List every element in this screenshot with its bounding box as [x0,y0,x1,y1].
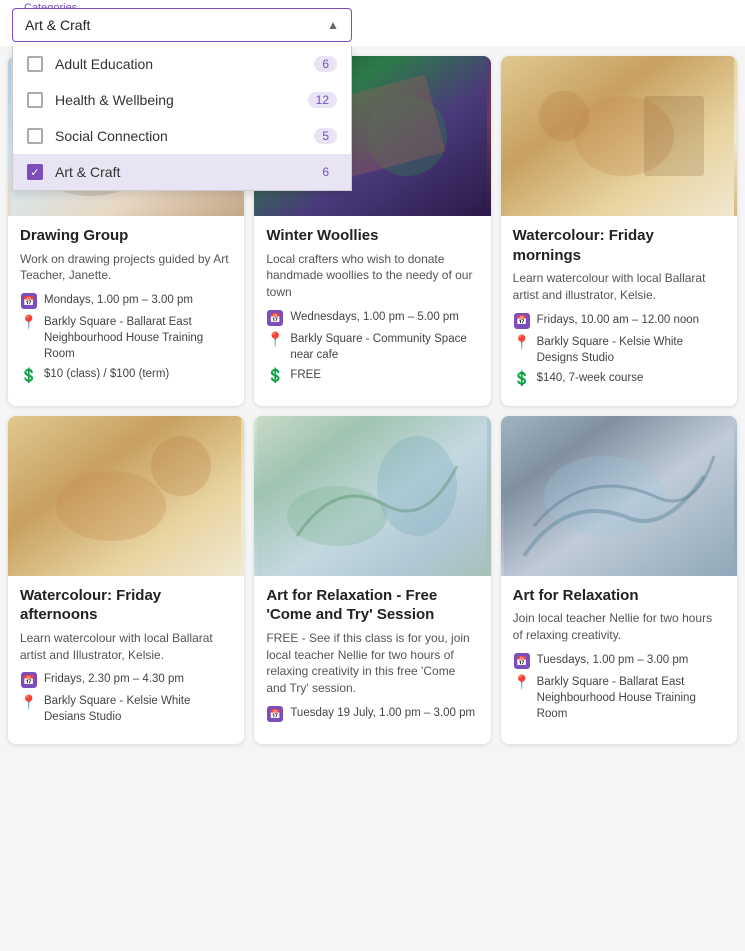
cost-text: FREE [290,367,321,383]
card-title: Watercolour: Friday mornings [513,226,725,265]
card-title: Watercolour: Friday afternoons [20,586,232,625]
card-desc: FREE - See if this class is for you, joi… [266,630,478,697]
calendar-icon: 📅 [513,652,531,670]
calendar-icon: 📅 [266,309,284,327]
schedule-text: Fridays, 2.30 pm – 4.30 pm [44,671,184,687]
card-desc: Learn watercolour with local Ballarat ar… [20,630,232,664]
card-watercolour-afternoons[interactable]: Watercolour: Friday afternoons Learn wat… [8,416,244,744]
card-title: Winter Woollies [266,226,478,246]
checkbox-art-craft[interactable] [27,164,43,180]
checkbox-adult-education[interactable] [27,56,43,72]
dollar-icon: 💲 [513,370,531,388]
calendar-icon: 📅 [266,705,284,723]
cost-text: $10 (class) / $100 (term) [44,366,169,382]
schedule-row: 📅 Mondays, 1.00 pm – 3.00 pm [20,292,232,310]
page-wrapper: Categories Art & Craft ▲ Adult Education… [0,0,745,754]
dropdown-item-count: 12 [308,92,337,108]
card-title: Drawing Group [20,226,232,246]
card-body-art-relaxation: Art for Relaxation Join local teacher Ne… [501,576,737,740]
location-text: Barkly Square - Kelsie White Desians Stu… [44,693,232,725]
card-image-watercolour-afternoons [8,416,244,576]
location-row: 📍 Barkly Square - Ballarat East Neighbou… [513,674,725,722]
card-desc: Join local teacher Nellie for two hours … [513,610,725,644]
card-title: Art for Relaxation [513,586,725,606]
location-text: Barkly Square - Ballarat East Neighbourh… [44,314,232,362]
card-body-drawing-group: Drawing Group Work on drawing projects g… [8,216,244,402]
location-row: 📍 Barkly Square - Ballarat East Neighbou… [20,314,232,362]
checkbox-health-wellbeing[interactable] [27,92,43,108]
card-body-watercolour-afternoons: Watercolour: Friday afternoons Learn wat… [8,576,244,744]
location-row: 📍 Barkly Square - Kelsie White Desians S… [20,693,232,725]
card-image-art-relaxation-free [254,416,490,576]
cost-row: 💲 FREE [266,367,478,385]
calendar-icon: 📅 [20,292,38,310]
card-watercolour-mornings[interactable]: Watercolour: Friday mornings Learn water… [501,56,737,406]
dropdown-item-art-craft[interactable]: Art & Craft 6 [13,154,351,190]
location-icon: 📍 [513,334,531,352]
card-desc: Local crafters who wish to donate handma… [266,251,478,301]
card-body-art-relaxation-free: Art for Relaxation - Free 'Come and Try'… [254,576,490,741]
schedule-text: Wednesdays, 1.00 pm – 5.00 pm [290,309,459,325]
dollar-icon: 💲 [266,367,284,385]
schedule-row: 📅 Tuesday 19 July, 1.00 pm – 3.00 pm [266,705,478,723]
dropdown-item-count: 6 [314,56,337,72]
dollar-icon: 💲 [20,366,38,384]
cost-row: 💲 $140, 7-week course [513,370,725,388]
schedule-row: 📅 Fridays, 2.30 pm – 4.30 pm [20,671,232,689]
schedule-text: Tuesday 19 July, 1.00 pm – 3.00 pm [290,705,475,721]
schedule-text: Mondays, 1.00 pm – 3.00 pm [44,292,193,308]
dropdown-item-label: Adult Education [55,56,314,72]
card-body-watercolour-mornings: Watercolour: Friday mornings Learn water… [501,216,737,406]
location-text: Barkly Square - Ballarat East Neighbourh… [537,674,725,722]
selected-category: Art & Craft [25,17,90,33]
location-icon: 📍 [513,674,531,692]
dropdown-item-label: Art & Craft [55,164,314,180]
dropdown-arrow-icon: ▲ [327,18,339,32]
card-art-relaxation-free[interactable]: Art for Relaxation - Free 'Come and Try'… [254,416,490,744]
card-desc: Learn watercolour with local Ballarat ar… [513,270,725,304]
dropdown-item-social-connection[interactable]: Social Connection 5 [13,118,351,154]
location-text: Barkly Square - Community Space near caf… [290,331,478,363]
cost-row: 💲 $10 (class) / $100 (term) [20,366,232,384]
location-row: 📍 Barkly Square - Community Space near c… [266,331,478,363]
dropdown-item-adult-education[interactable]: Adult Education 6 [13,46,351,82]
dropdown-item-count: 5 [314,128,337,144]
schedule-text: Fridays, 10.00 am – 12.00 noon [537,312,699,328]
schedule-text: Tuesdays, 1.00 pm – 3.00 pm [537,652,689,668]
category-select[interactable]: Art & Craft ▲ [12,8,352,42]
dropdown-item-count: 6 [314,164,337,180]
card-art-relaxation[interactable]: Art for Relaxation Join local teacher Ne… [501,416,737,744]
location-text: Barkly Square - Kelsie White Designs Stu… [537,334,725,366]
dropdown-item-label: Health & Wellbeing [55,92,308,108]
card-image-watercolour-mornings [501,56,737,216]
schedule-row: 📅 Fridays, 10.00 am – 12.00 noon [513,312,725,330]
card-title: Art for Relaxation - Free 'Come and Try'… [266,586,478,625]
cost-text: $140, 7-week course [537,370,644,386]
category-dropdown-panel: Adult Education 6 Health & Wellbeing 12 … [12,46,352,191]
calendar-icon: 📅 [20,671,38,689]
card-body-winter-woollies: Winter Woollies Local crafters who wish … [254,216,490,403]
location-icon: 📍 [266,331,284,349]
calendar-icon: 📅 [513,312,531,330]
card-image-art-relaxation [501,416,737,576]
location-icon: 📍 [20,693,38,711]
checkbox-social-connection[interactable] [27,128,43,144]
schedule-row: 📅 Wednesdays, 1.00 pm – 5.00 pm [266,309,478,327]
location-icon: 📍 [20,314,38,332]
dropdown-item-health-wellbeing[interactable]: Health & Wellbeing 12 [13,82,351,118]
card-desc: Work on drawing projects guided by Art T… [20,251,232,285]
schedule-row: 📅 Tuesdays, 1.00 pm – 3.00 pm [513,652,725,670]
location-row: 📍 Barkly Square - Kelsie White Designs S… [513,334,725,366]
dropdown-item-label: Social Connection [55,128,314,144]
header: Categories Art & Craft ▲ Adult Education… [0,0,745,46]
